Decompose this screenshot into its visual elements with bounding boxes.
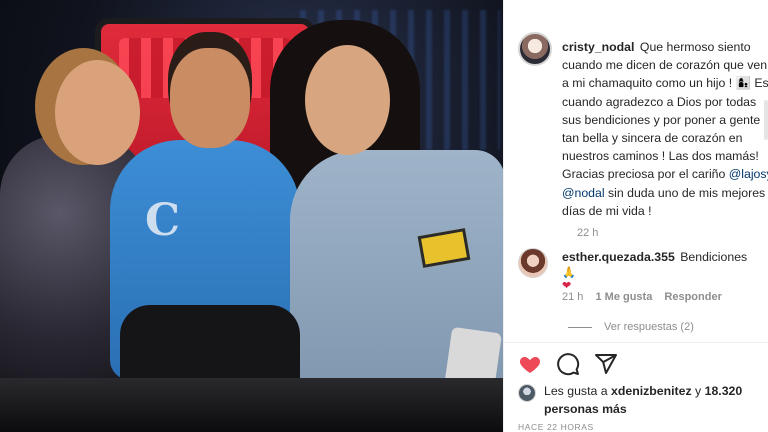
caption-emoji: 👩‍👦 — [735, 76, 751, 91]
post-photo[interactable]: C M — [0, 0, 503, 432]
avatar[interactable] — [518, 32, 552, 66]
likes-joiner: y — [691, 384, 705, 398]
scrollbar[interactable] — [764, 100, 768, 140]
post-side-panel: cristy_nodal Que hermoso siento cuando m… — [503, 0, 768, 432]
view-replies-label: Ver respuestas (2) — [604, 321, 694, 333]
reply-button[interactable]: Responder — [664, 291, 721, 303]
comment-meta: 21 h 1 Me gusta Responder — [562, 291, 731, 303]
caption-text: cristy_nodal Que hermoso siento cuando m… — [562, 38, 768, 220]
caption-time[interactable]: 22 h — [577, 227, 598, 239]
likes-text: Les gusta a xdenizbenitez y 18.320 perso… — [544, 382, 768, 418]
heart-icon[interactable] — [518, 352, 542, 376]
liker-username[interactable]: xdenizbenitez — [611, 384, 692, 398]
comment-username[interactable]: esther.quezada.355 — [562, 250, 675, 264]
liker-avatar[interactable] — [518, 384, 536, 402]
mention-link[interactable]: @lajosy — [729, 167, 768, 181]
caption-username[interactable]: cristy_nodal — [562, 40, 634, 54]
mention-link[interactable]: @nodal — [562, 186, 605, 200]
post-date[interactable]: HACE 22 HORAS — [518, 422, 594, 432]
comment-bubble-icon[interactable] — [556, 352, 580, 376]
view-replies-button[interactable]: Ver respuestas (2) — [568, 321, 694, 333]
comment-text: esther.quezada.355 Bendiciones — [562, 248, 768, 266]
desk — [0, 378, 503, 432]
caption-part2: Es cuando agradezco a Dios por todas sus… — [562, 76, 768, 182]
comment-avatar[interactable] — [518, 248, 548, 278]
comment-body: Bendiciones — [680, 250, 748, 264]
comment-time[interactable]: 21 h — [562, 291, 583, 303]
paper-plane-icon[interactable] — [594, 352, 618, 376]
person-left-head — [55, 60, 140, 165]
likes-prefix: Les gusta a — [544, 384, 611, 398]
replies-line — [568, 326, 592, 328]
comment-emoji: 🙏❤ — [562, 267, 576, 292]
person-right-head — [305, 45, 390, 155]
comment-likes[interactable]: 1 Me gusta — [595, 291, 652, 303]
divider — [504, 342, 768, 343]
person-center-head — [170, 48, 250, 148]
